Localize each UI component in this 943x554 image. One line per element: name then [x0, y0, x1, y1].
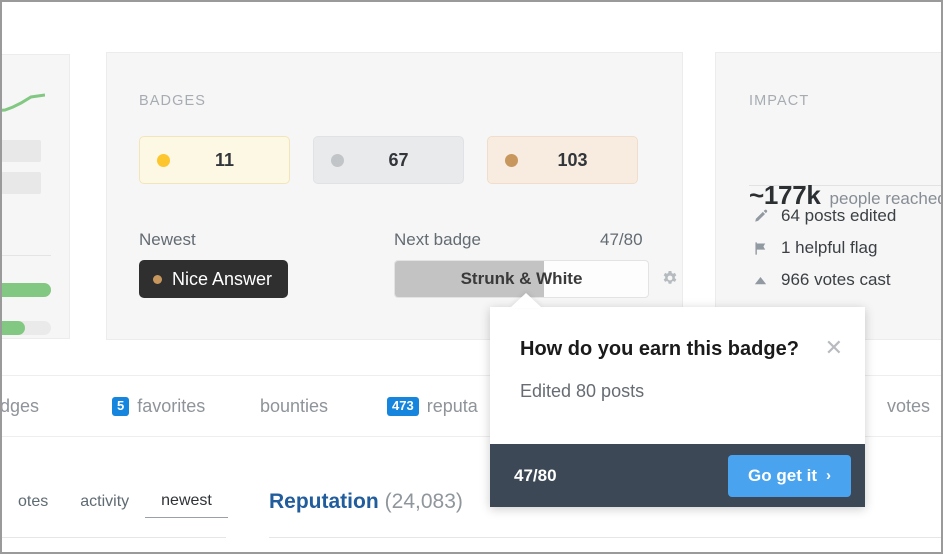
impact-stat-list: 64 posts edited 1 helpful flag 966 votes…: [749, 206, 896, 290]
impact-stat-text: 1 helpful flag: [781, 238, 878, 257]
tab-bounties[interactable]: bounties: [260, 396, 328, 417]
impact-stat-row: 64 posts edited: [749, 206, 896, 226]
sub-tab-votes[interactable]: otes: [2, 493, 64, 518]
newest-badge-name: Nice Answer: [172, 268, 273, 289]
badges-panel-heading: BADGES: [139, 93, 207, 109]
newest-label: Newest: [139, 230, 196, 249]
popover-progress: 47/80: [514, 465, 557, 485]
tab-badges[interactable]: adges: [0, 396, 40, 417]
badge-pill-group: 11 67 103: [139, 136, 638, 184]
badge-info-popover: How do you earn this badge? ✕ Edited 80 …: [490, 307, 865, 507]
reputation-heading-count: (24,083): [384, 490, 463, 513]
badge-pill-silver[interactable]: 67: [313, 136, 464, 184]
impact-panel: IMPACT ~177k people reached 64 posts edi…: [715, 52, 941, 340]
reputation-section-heading: Reputation (24,083): [269, 490, 463, 514]
app-screenshot: 2015 BADGES 11 67 103: [0, 0, 943, 554]
popover-description: Edited 80 posts: [520, 381, 645, 401]
sub-tab-group: otes activity newest: [2, 492, 228, 518]
badges-panel: BADGES 11 67 103 Newest Next badge 47/80: [106, 52, 683, 340]
stats-placeholder-bar: [2, 140, 41, 162]
gear-icon[interactable]: [660, 269, 680, 289]
tab-votes-label: votes: [887, 396, 931, 416]
close-icon[interactable]: ✕: [825, 337, 843, 359]
chevron-right-icon: ›: [826, 467, 831, 484]
triangle-up-icon: [749, 270, 771, 290]
sub-tab-newest[interactable]: newest: [145, 492, 228, 518]
popover-footer: 47/80 Go get it ›: [490, 444, 865, 507]
next-badge-name: Strunk & White: [460, 269, 583, 288]
reputation-rule: [269, 537, 941, 538]
stats-card-partial: 2015: [2, 54, 70, 339]
popover-arrow: [510, 293, 542, 308]
bronze-badge-dot-icon: [505, 153, 518, 167]
tab-votes[interactable]: votes: [887, 396, 930, 417]
stats-progress-bar: [2, 321, 51, 335]
newest-badge-chip[interactable]: Nice Answer: [139, 260, 289, 298]
tab-reputation-count: 473: [387, 397, 419, 416]
flag-icon: [749, 238, 771, 258]
stats-placeholder-bar: [2, 172, 41, 194]
next-badge-label: Next badge: [394, 230, 481, 249]
go-get-it-button[interactable]: Go get it ›: [728, 454, 851, 497]
sub-tab-rule-left: [2, 537, 226, 538]
impact-stat-text: 64 posts edited: [781, 206, 897, 225]
tab-favorites-count: 5: [112, 397, 130, 416]
bronze-badge-dot-icon: [153, 274, 162, 284]
silver-badge-dot-icon: [331, 153, 344, 167]
sub-tab-activity[interactable]: activity: [64, 493, 145, 518]
next-badge-progress-label: 47/80: [600, 230, 643, 249]
popover-body: How do you earn this badge? ✕ Edited 80 …: [490, 307, 865, 444]
stats-progress-bar: [2, 283, 51, 297]
tab-reputation-label: reputa: [426, 396, 478, 416]
stats-divider: [2, 255, 51, 256]
go-get-it-label: Go get it: [748, 465, 817, 485]
impact-stat-text: 966 votes cast: [781, 270, 891, 289]
pencil-icon: [749, 206, 771, 226]
tab-bounties-label: bounties: [260, 396, 329, 416]
tab-reputation[interactable]: 473 reputa: [387, 396, 478, 417]
reputation-heading-word: Reputation: [269, 490, 379, 513]
badge-pill-bronze[interactable]: 103: [487, 136, 638, 184]
gold-badge-dot-icon: [157, 153, 170, 167]
popover-title: How do you earn this badge?: [520, 338, 799, 360]
reputation-line-chart: [2, 93, 45, 112]
impact-stat-row: 966 votes cast: [749, 270, 896, 290]
tab-favorites[interactable]: 5 favorites: [112, 396, 205, 417]
badge-pill-gold[interactable]: 11: [139, 136, 290, 184]
impact-panel-heading: IMPACT: [749, 93, 810, 109]
tab-badges-label: adges: [0, 396, 40, 416]
impact-stat-row: 1 helpful flag: [749, 238, 896, 258]
tab-favorites-label: favorites: [137, 396, 206, 416]
